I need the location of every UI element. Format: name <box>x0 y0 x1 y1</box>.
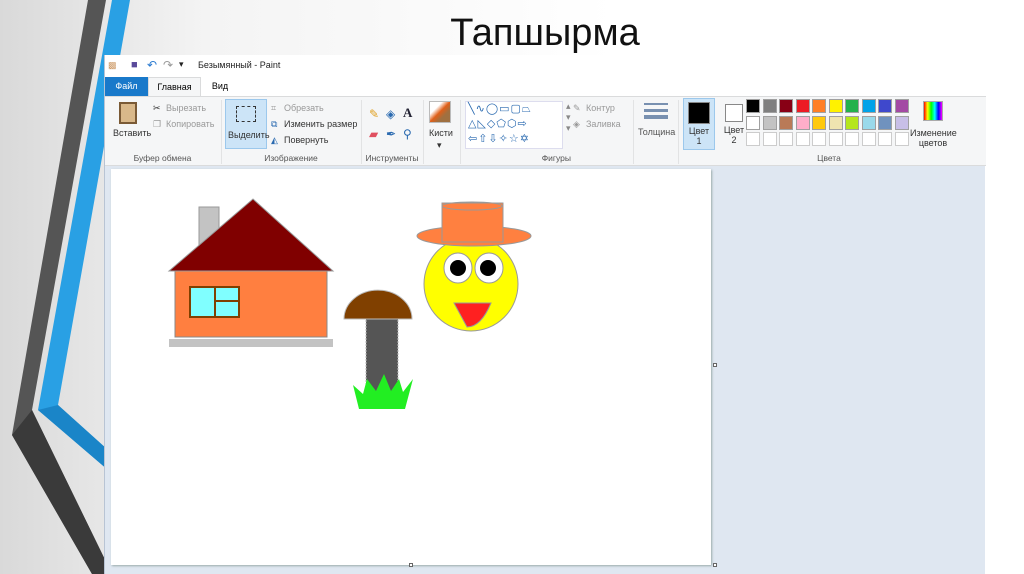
house-foundation <box>169 339 333 347</box>
slide-title: Тапшырма <box>450 12 640 54</box>
grass <box>353 374 413 409</box>
palette-color-swatch[interactable] <box>828 115 843 130</box>
resize-handle-right[interactable] <box>713 363 717 367</box>
paint-app-icon: ▩ <box>108 60 117 70</box>
custom-color-slot[interactable] <box>779 132 793 146</box>
custom-color-slot[interactable] <box>878 132 892 146</box>
resize-icon: ⧉ <box>271 119 278 129</box>
palette-color-swatch[interactable] <box>878 99 892 113</box>
color1-swatch <box>688 102 710 124</box>
custom-color-slot[interactable] <box>746 132 760 146</box>
tab-view[interactable]: Вид <box>201 77 239 96</box>
palette-color-swatch[interactable] <box>746 99 760 113</box>
paint-window: ▩ ■ ↶ ↷ ▾ Безымянный - Paint Файл Главна… <box>104 55 986 574</box>
palette-color-swatch[interactable] <box>795 115 810 130</box>
palette-color-swatch[interactable] <box>828 99 843 113</box>
drawing-canvas[interactable] <box>111 169 717 567</box>
paste-icon <box>119 102 137 124</box>
magnifier-icon[interactable]: ⚲ <box>403 127 412 141</box>
brushes-icon <box>429 101 451 123</box>
select-button[interactable]: Выделить <box>225 99 270 149</box>
custom-color-slot[interactable] <box>894 132 909 146</box>
palette-color-swatch[interactable] <box>861 115 876 130</box>
redo-icon[interactable]: ↷ <box>163 58 173 72</box>
edit-colors-button[interactable]: Изменение цветов <box>910 128 957 148</box>
scissors-icon: ✂ <box>153 103 161 113</box>
copy-button[interactable]: Копировать <box>166 119 214 129</box>
palette-color-swatch[interactable] <box>762 115 777 130</box>
palette-color-swatch[interactable] <box>894 115 909 130</box>
size-button[interactable]: Толщина <box>638 127 675 137</box>
image-group-label: Изображение <box>264 153 318 163</box>
palette-color-swatch[interactable] <box>779 115 793 130</box>
color-picker-icon[interactable]: ✒ <box>386 127 396 141</box>
custom-color-slot[interactable] <box>762 132 777 146</box>
tools-group-label: Инструменты <box>365 153 419 163</box>
palette-color-swatch[interactable] <box>762 99 777 113</box>
outline-icon: ✎ <box>573 103 581 113</box>
shapes-group-label: Фигуры <box>541 153 571 163</box>
brushes-button[interactable]: Кисти <box>429 128 453 138</box>
brushes-dropdown-icon[interactable]: ▾ <box>437 140 442 151</box>
palette-color-swatch[interactable] <box>746 115 760 130</box>
custom-color-slot[interactable] <box>828 132 843 146</box>
tab-file[interactable]: Файл <box>105 77 148 96</box>
palette-color-swatch[interactable] <box>812 99 826 113</box>
custom-color-slot[interactable] <box>812 132 826 146</box>
palette-color-swatch[interactable] <box>779 99 793 113</box>
custom-color-slot[interactable] <box>795 132 810 146</box>
clipboard-group-label: Буфер обмена <box>133 153 192 163</box>
palette-color-swatch[interactable] <box>845 115 859 130</box>
resize-handle-corner[interactable] <box>713 563 717 567</box>
edit-colors-icon <box>923 101 943 121</box>
ribbon: Вставить ✂ Вырезать ❐ Копировать Буфер о… <box>105 96 986 166</box>
house-roof <box>167 198 335 272</box>
palette-color-swatch[interactable] <box>894 99 909 113</box>
text-tool-icon[interactable]: A <box>403 105 412 121</box>
mushroom-cap <box>343 289 413 320</box>
quick-access-dropdown-icon[interactable]: ▾ <box>179 59 184 70</box>
palette-color-swatch[interactable] <box>795 99 810 113</box>
cut-button[interactable]: Вырезать <box>166 103 206 113</box>
colors-group-label: Цвета <box>817 153 841 163</box>
color2-swatch <box>725 104 743 122</box>
palette-color-swatch[interactable] <box>878 115 892 130</box>
select-icon <box>236 106 256 122</box>
fill-bucket-icon[interactable]: ◈ <box>386 107 395 121</box>
custom-color-slot[interactable] <box>861 132 876 146</box>
palette-color-swatch[interactable] <box>812 115 826 130</box>
ribbon-tabs: Файл Главная Вид <box>105 77 986 96</box>
size-icon <box>644 103 668 119</box>
resize-button[interactable]: Изменить размер <box>284 119 357 129</box>
drawing <box>167 198 532 409</box>
rotate-button[interactable]: Повернуть <box>284 135 328 145</box>
color1-button[interactable]: Цвет 1 <box>683 98 715 150</box>
undo-icon[interactable]: ↶ <box>147 58 157 72</box>
shapes-scroll-icon[interactable]: ▴ ▾ ▾ <box>566 101 571 134</box>
fill-icon: ◈ <box>573 119 580 129</box>
crop-icon: ⌗ <box>271 103 277 113</box>
copy-icon: ❐ <box>153 119 162 129</box>
outline-button[interactable]: Контур <box>586 103 615 113</box>
custom-color-slot[interactable] <box>845 132 859 146</box>
rotate-icon: ◭ <box>271 135 278 145</box>
tab-home[interactable]: Главная <box>148 77 201 96</box>
paste-button[interactable]: Вставить <box>113 128 151 138</box>
fill-button[interactable]: Заливка <box>586 119 621 129</box>
resize-handle-bottom[interactable] <box>409 563 413 567</box>
save-icon[interactable]: ■ <box>131 59 138 71</box>
eraser-icon[interactable]: ▰ <box>369 127 378 141</box>
palette-color-swatch[interactable] <box>861 99 876 113</box>
pencil-icon[interactable]: ✎ <box>369 107 379 121</box>
palette-color-swatch[interactable] <box>845 99 859 113</box>
title-bar: ▩ ■ ↶ ↷ ▾ Безымянный - Paint <box>105 55 986 77</box>
shapes-gallery[interactable]: ╲∿◯▭▢⏢ △◺◇⬠⬡⇨ ⇦⇧⇩✧☆✡ <box>465 101 563 149</box>
crop-button[interactable]: Обрезать <box>284 103 324 113</box>
window-title: Безымянный - Paint <box>198 60 281 70</box>
